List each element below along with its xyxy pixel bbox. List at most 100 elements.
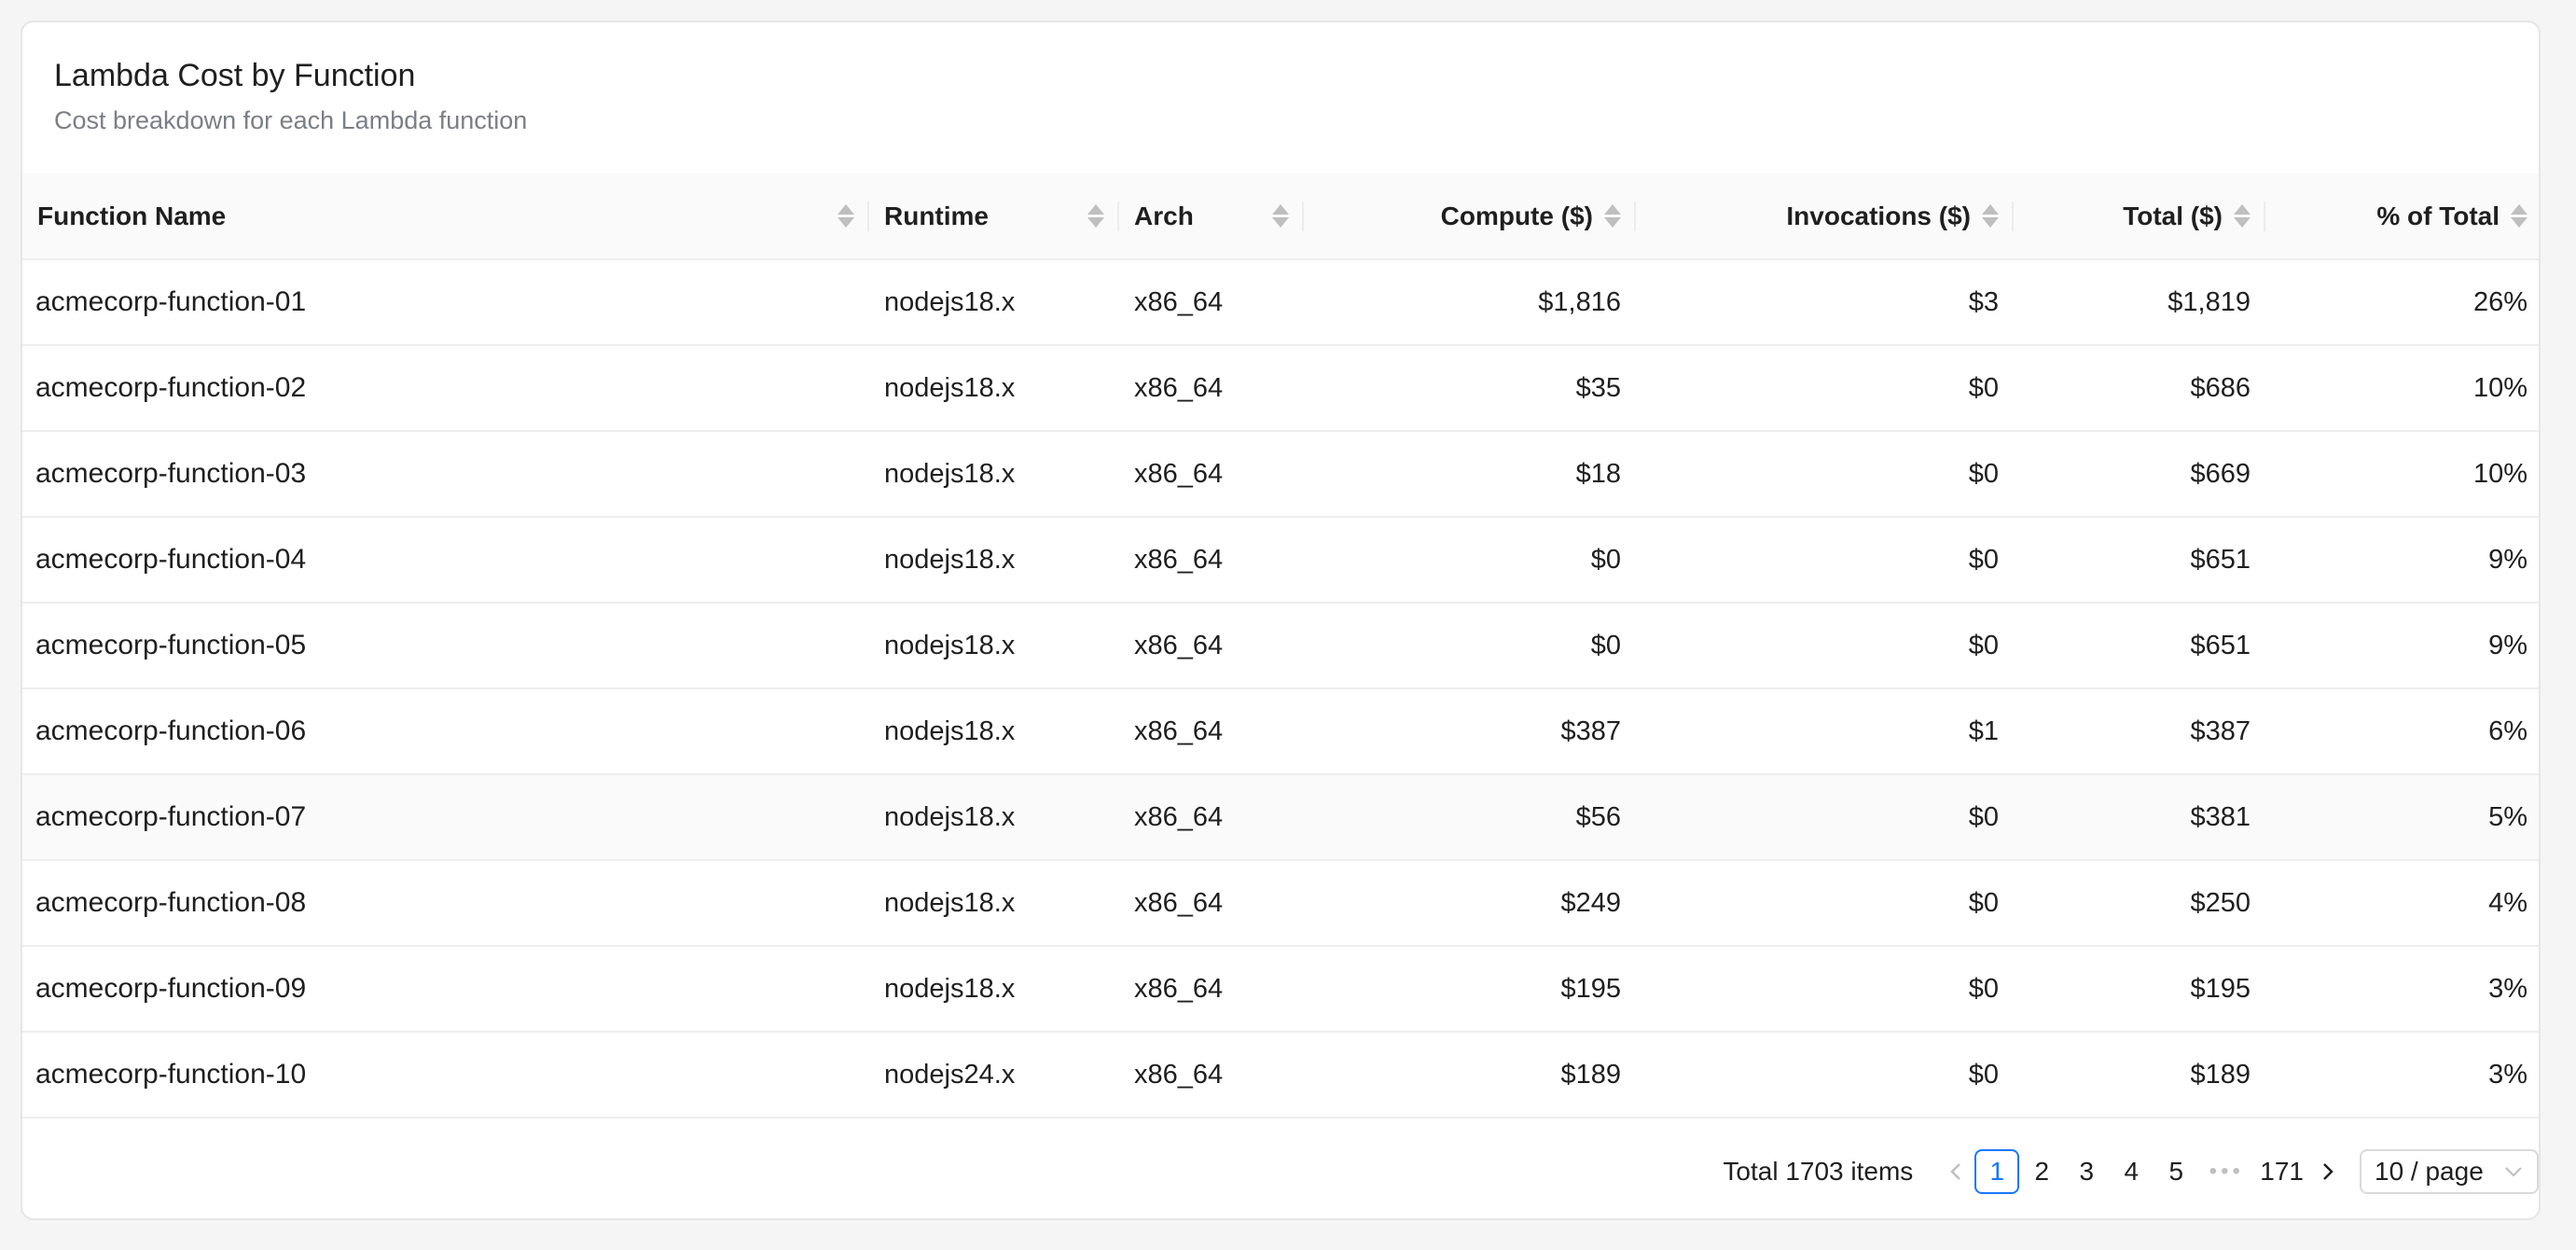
runtime-cell: nodejs18.x [869, 688, 1119, 775]
function-name-cell: acmecorp-function-01 [22, 259, 869, 346]
table-row[interactable]: acmecorp-function-04 nodejs18.x x86_64 $0 $0… [22, 517, 2539, 604]
column-header[interactable]: Function Name [22, 174, 869, 260]
column-header[interactable]: % of Total [2265, 174, 2539, 260]
lambda-cost-card: Lambda Cost by Function Cost breakdown f… [21, 21, 2541, 1220]
table-row[interactable]: acmecorp-function-05 nodejs18.x x86_64 $0 $0… [22, 603, 2539, 689]
sort-icon[interactable] [1272, 204, 1289, 228]
invocations-cell: $0 [1636, 517, 2014, 604]
arch-cell: x86_64 [1119, 860, 1304, 947]
page-5[interactable]: 5 [2154, 1149, 2198, 1194]
page-ellipsis[interactable]: ••• [2198, 1159, 2254, 1185]
arch-cell: x86_64 [1119, 688, 1304, 775]
total-cell: $651 [2014, 517, 2265, 604]
runtime-cell: nodejs18.x [869, 860, 1119, 947]
sort-icon[interactable] [1087, 204, 1104, 228]
invocations-cell: $1 [1636, 688, 2014, 775]
page-3[interactable]: 3 [2064, 1149, 2109, 1194]
compute-cell: $195 [1304, 946, 1636, 1033]
table-row[interactable]: acmecorp-function-01 nodejs18.x x86_64 $1,8… [22, 259, 2539, 346]
sort-icon[interactable] [2234, 204, 2251, 228]
function-name-cell: acmecorp-function-09 [22, 946, 869, 1033]
page-4[interactable]: 4 [2109, 1149, 2154, 1194]
chevron-left-icon [1950, 1163, 1961, 1180]
pagination: Total 1703 items 12345 ••• 171 10 / page [1723, 1147, 2539, 1196]
compute-cell: $35 [1304, 345, 1636, 432]
compute-cell: $56 [1304, 774, 1636, 861]
function-name-cell: acmecorp-function-04 [22, 517, 869, 604]
total-items: Total 1703 items [1723, 1157, 1914, 1186]
next-page-button[interactable] [2309, 1149, 2347, 1194]
column-header-label: Arch [1134, 201, 1194, 230]
function-name-cell: acmecorp-function-06 [22, 688, 869, 775]
function-name-cell: acmecorp-function-02 [22, 345, 869, 432]
column-header-label: Compute ($) [1440, 201, 1593, 230]
compute-cell: $0 [1304, 603, 1636, 689]
page-size-select[interactable]: 10 / page [2360, 1149, 2539, 1194]
runtime-cell: nodejs18.x [869, 517, 1119, 604]
compute-cell: $387 [1304, 688, 1636, 775]
column-header[interactable]: Total ($) [2014, 174, 2265, 260]
invocations-cell: $0 [1636, 431, 2014, 518]
column-header-label: Invocations ($) [1786, 201, 1971, 230]
arch-cell: x86_64 [1119, 1032, 1304, 1118]
table-row[interactable]: acmecorp-function-08 nodejs18.x x86_64 $249… [22, 860, 2539, 947]
percent-cell: 3% [2265, 946, 2539, 1033]
column-header-label: Function Name [37, 201, 227, 230]
percent-cell: 9% [2265, 603, 2539, 689]
sort-icon[interactable] [1604, 204, 1621, 228]
page-2[interactable]: 2 [2019, 1149, 2064, 1194]
table-row[interactable]: acmecorp-function-07 nodejs18.x x86_64 $56 $… [22, 774, 2539, 861]
table-body: acmecorp-function-01 nodejs18.x x86_64 $1,8… [22, 259, 2539, 1118]
runtime-cell: nodejs18.x [869, 431, 1119, 518]
invocations-cell: $0 [1636, 860, 2014, 947]
prev-page-button[interactable] [1937, 1149, 1974, 1194]
sort-icon[interactable] [2511, 204, 2528, 228]
arch-cell: x86_64 [1119, 345, 1304, 432]
percent-cell: 10% [2265, 431, 2539, 518]
column-header[interactable]: Runtime [869, 174, 1119, 260]
arch-cell: x86_64 [1119, 431, 1304, 518]
table-row[interactable]: acmecorp-function-02 nodejs18.x x86_64 $35 $… [22, 345, 2539, 432]
invocations-cell: $0 [1636, 774, 2014, 861]
function-name-cell: acmecorp-function-07 [22, 774, 869, 861]
column-header-label: % of Total [2376, 201, 2500, 230]
total-cell: $686 [2014, 345, 2265, 432]
page-1[interactable]: 1 [1974, 1149, 2020, 1194]
table-row[interactable]: acmecorp-function-10 nodejs24.x x86_64 $189… [22, 1032, 2539, 1118]
invocations-cell: $3 [1636, 259, 2014, 346]
table-row[interactable]: acmecorp-function-06 nodejs18.x x86_64 $387… [22, 688, 2539, 775]
function-name-cell: acmecorp-function-10 [22, 1032, 869, 1118]
table-row[interactable]: acmecorp-function-09 nodejs18.x x86_64 $195… [22, 946, 2539, 1033]
runtime-cell: nodejs18.x [869, 259, 1119, 346]
table-row[interactable]: acmecorp-function-03 nodejs18.x x86_64 $18 $… [22, 431, 2539, 518]
page-last[interactable]: 171 [2254, 1149, 2309, 1194]
page-size-value: 10 / page [2375, 1157, 2484, 1186]
card-header: Lambda Cost by Function Cost breakdown f… [22, 22, 2539, 174]
runtime-cell: nodejs18.x [869, 345, 1119, 432]
percent-cell: 5% [2265, 774, 2539, 861]
compute-cell: $0 [1304, 517, 1636, 604]
cost-table: Function Name Runtime Arch Compute ($) Invoc… [22, 174, 2539, 1118]
table-header: Function Name Runtime Arch Compute ($) Invoc… [22, 174, 2539, 260]
function-name-cell: acmecorp-function-08 [22, 860, 869, 947]
compute-cell: $18 [1304, 431, 1636, 518]
column-header[interactable]: Arch [1119, 174, 1304, 260]
invocations-cell: $0 [1636, 345, 2014, 432]
column-header-label: Runtime [884, 201, 989, 230]
arch-cell: x86_64 [1119, 259, 1304, 346]
total-cell: $250 [2014, 860, 2265, 947]
sort-icon[interactable] [838, 204, 854, 228]
column-header[interactable]: Invocations ($) [1636, 174, 2014, 260]
sort-icon[interactable] [1982, 204, 1999, 228]
total-cell: $387 [2014, 688, 2265, 775]
function-name-cell: acmecorp-function-03 [22, 431, 869, 518]
arch-cell: x86_64 [1119, 774, 1304, 861]
column-header-label: Total ($) [2123, 201, 2223, 230]
column-header[interactable]: Compute ($) [1304, 174, 1636, 260]
compute-cell: $1,816 [1304, 259, 1636, 346]
runtime-cell: nodejs24.x [869, 1032, 1119, 1118]
invocations-cell: $0 [1636, 603, 2014, 689]
percent-cell: 10% [2265, 345, 2539, 432]
arch-cell: x86_64 [1119, 517, 1304, 604]
arch-cell: x86_64 [1119, 946, 1304, 1033]
